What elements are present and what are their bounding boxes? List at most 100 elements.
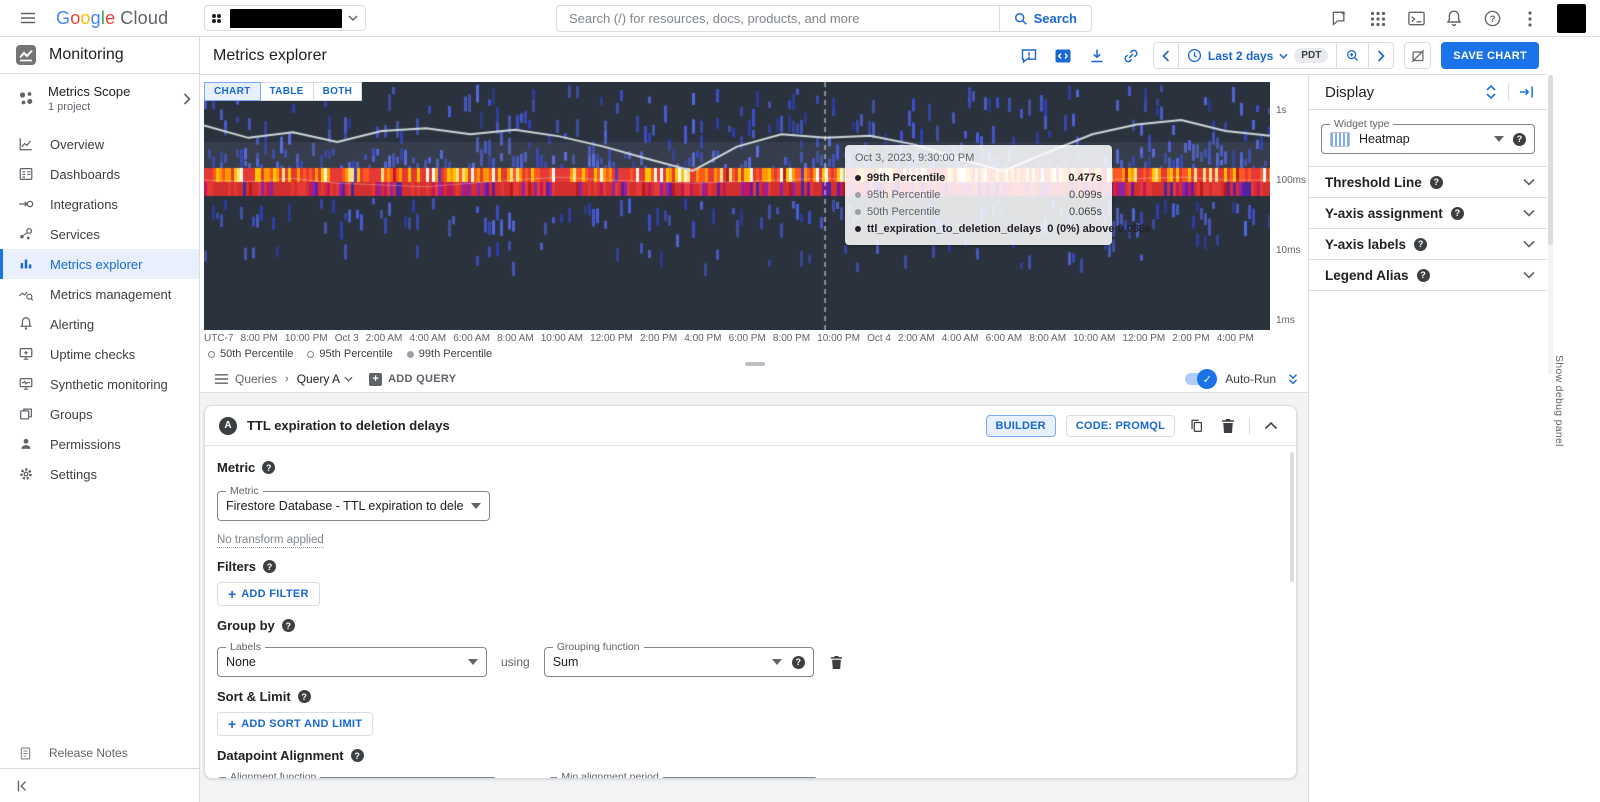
legend-item[interactable]: 95th Percentile <box>307 348 392 360</box>
display-section-threshold-line[interactable]: Threshold Line? <box>1309 167 1547 198</box>
sidebar-item-dashboards[interactable]: Dashboards <box>0 159 199 189</box>
brand-google: Google <box>56 8 115 29</box>
apps-grid-icon[interactable] <box>1367 8 1389 30</box>
zoom-chart-button[interactable] <box>1337 43 1369 68</box>
grouping-function-dropdown[interactable]: Grouping function Sum ? <box>544 647 814 677</box>
sidebar-item-metrics-management[interactable]: Metrics management <box>0 279 199 309</box>
clock-icon <box>1187 48 1202 63</box>
show-debug-panel-button[interactable]: Show debug panel <box>1553 355 1565 447</box>
more-vert-icon[interactable] <box>1519 8 1541 30</box>
help-icon[interactable]: ? <box>1481 8 1503 30</box>
sidebar-item-settings[interactable]: Settings <box>0 459 199 489</box>
legend-item[interactable]: 50th Percentile <box>208 348 293 360</box>
group-by-labels-dropdown[interactable]: Labels None <box>217 647 487 677</box>
display-section-y-axis-labels[interactable]: Y-axis labels? <box>1309 229 1547 260</box>
metrics-scope-icon <box>16 89 36 109</box>
services-icon <box>18 226 34 242</box>
chart-feedback-icon[interactable] <box>1017 44 1041 68</box>
sidebar-item-overview[interactable]: Overview <box>0 129 199 159</box>
display-section-label: Legend Alias <box>1325 268 1409 283</box>
collapse-all-icon[interactable] <box>1286 372 1300 386</box>
duplicate-query-icon[interactable] <box>1185 415 1207 437</box>
grouping-help-icon[interactable]: ? <box>792 656 805 669</box>
cloud-shell-icon[interactable] <box>1405 8 1427 30</box>
sidebar-item-alerting[interactable]: Alerting <box>0 309 199 339</box>
view-as-code-icon[interactable] <box>1051 44 1075 68</box>
tooltip-series-label: 50th Percentile <box>867 206 1063 218</box>
auto-run-toggle[interactable]: ✓ <box>1185 373 1215 385</box>
x-axis-tick: Oct 3 <box>335 333 359 344</box>
sidebar-item-uptime-checks[interactable]: Uptime checks <box>0 339 199 369</box>
legend-item[interactable]: 99th Percentile <box>407 348 492 360</box>
sidebar-item-services[interactable]: Services <box>0 219 199 249</box>
legend-marker-filled <box>407 351 414 358</box>
filters-help-icon[interactable]: ? <box>263 560 276 573</box>
alignment-help-icon[interactable]: ? <box>351 749 364 762</box>
save-chart-button[interactable]: SAVE CHART <box>1441 42 1539 69</box>
display-section-y-axis-assignment[interactable]: Y-axis assignment? <box>1309 198 1547 229</box>
code-promql-tab[interactable]: CODE: PROMQL <box>1066 415 1175 437</box>
section-help-icon[interactable]: ? <box>1430 176 1443 189</box>
top-app-bar: Google Cloud Search ? <box>0 0 1600 37</box>
metrics-scope-selector[interactable]: Metrics Scope 1 project <box>0 74 199 123</box>
no-transform-note[interactable]: No transform applied <box>217 534 324 548</box>
query-name-dropdown[interactable]: Query A <box>297 372 353 386</box>
collapse-sidebar-icon[interactable] <box>14 779 30 793</box>
sidebar-item-groups[interactable]: Groups <box>0 399 199 429</box>
project-selector[interactable] <box>204 5 366 31</box>
tooltip-series-value: 0.099s <box>1069 189 1102 201</box>
notifications-bell-icon[interactable] <box>1443 8 1465 30</box>
share-link-icon[interactable] <box>1119 44 1143 68</box>
sidebar-item-metrics-explorer[interactable]: Metrics explorer <box>0 249 199 279</box>
time-range-selector[interactable]: Last 2 days PDT <box>1179 43 1337 68</box>
tab-both[interactable]: BOTH <box>314 82 363 101</box>
display-section-legend-alias[interactable]: Legend Alias? <box>1309 260 1547 291</box>
x-axis-tick: 2:00 AM <box>366 333 403 344</box>
release-notes-link[interactable]: Release Notes <box>0 738 199 768</box>
search-button[interactable]: Search <box>999 6 1091 31</box>
widget-type-help-icon[interactable]: ? <box>1513 133 1526 146</box>
tab-table[interactable]: TABLE <box>261 82 314 101</box>
metrics-explorer-icon <box>18 256 34 272</box>
widget-type-dropdown[interactable]: Widget type Heatmap ? <box>1321 124 1535 154</box>
tooltip-series-value: 0 (0%) above 0.086s <box>1047 223 1151 235</box>
send-feedback-icon[interactable] <box>1329 8 1351 30</box>
delete-query-icon[interactable] <box>1217 415 1239 437</box>
metric-help-icon[interactable]: ? <box>262 461 275 474</box>
metric-dropdown[interactable]: Metric Firestore Database - TTL expirati… <box>217 491 490 521</box>
sidebar-item-integrations[interactable]: Integrations <box>0 189 199 219</box>
sidebar-item-synthetic-monitoring[interactable]: Synthetic monitoring <box>0 369 199 399</box>
section-help-icon[interactable]: ? <box>1414 238 1427 251</box>
min-alignment-period-field[interactable]: Min alignment period 1m ? <box>548 777 818 779</box>
add-sort-limit-button[interactable]: +ADD SORT AND LIMIT <box>217 712 373 736</box>
tab-chart[interactable]: CHART <box>204 82 261 101</box>
google-cloud-logo[interactable]: Google Cloud <box>56 8 168 29</box>
hamburger-menu-icon[interactable] <box>14 5 42 31</box>
sort-limit-help-icon[interactable]: ? <box>298 690 311 703</box>
unfold-sections-icon[interactable] <box>1480 81 1502 103</box>
section-help-icon[interactable]: ? <box>1417 269 1430 282</box>
search-input[interactable] <box>557 11 999 26</box>
chevron-right-icon <box>183 93 191 105</box>
collapse-panel-icon[interactable] <box>1515 81 1537 103</box>
user-avatar[interactable] <box>1557 4 1586 33</box>
sidebar-item-permissions[interactable]: Permissions <box>0 429 199 459</box>
download-icon[interactable] <box>1085 44 1109 68</box>
time-back-button[interactable] <box>1154 43 1179 68</box>
section-help-icon[interactable]: ? <box>1451 207 1464 220</box>
queries-label[interactable]: Queries <box>235 372 277 386</box>
time-forward-button[interactable] <box>1369 43 1393 68</box>
chevron-down-icon <box>1523 240 1535 248</box>
add-filter-button[interactable]: +ADD FILTER <box>217 582 320 606</box>
alignment-function-dropdown[interactable]: Alignment function Delta <box>217 777 497 779</box>
fullscreen-off-button[interactable] <box>1404 42 1431 69</box>
card-scrollbar[interactable] <box>1290 452 1294 774</box>
add-query-button[interactable]: + ADD QUERY <box>369 373 456 386</box>
collapse-card-icon[interactable] <box>1260 415 1282 437</box>
chart-tooltip: Oct 3, 2023, 9:30:00 PM 99th Percentile0… <box>845 145 1112 245</box>
remove-group-by-icon[interactable] <box>826 651 848 673</box>
group-by-help-icon[interactable]: ? <box>282 619 295 632</box>
metric-section-title: Metric <box>217 460 255 475</box>
page-scrollbar[interactable] <box>1548 75 1553 375</box>
builder-tab[interactable]: BUILDER <box>986 415 1056 437</box>
